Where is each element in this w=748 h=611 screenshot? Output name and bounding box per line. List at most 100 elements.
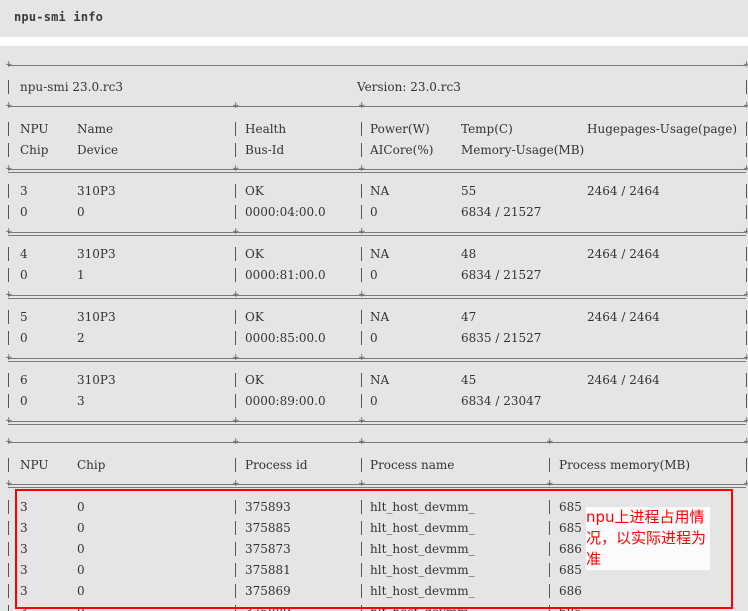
device-bus-id: 0000:89:00.0 (245, 394, 326, 408)
junction-mark: + (232, 416, 240, 426)
device-health: OK (245, 373, 264, 387)
process-memory: 685 (559, 500, 582, 514)
junction-mark: + (743, 437, 748, 447)
device-bus-id: 0000:81:00.0 (245, 268, 326, 282)
column-separator (235, 268, 236, 282)
device-aicore: 0 (370, 394, 378, 408)
process-memory: 686 (559, 542, 582, 556)
process-name: hlt_host_devmm_ (370, 584, 475, 598)
column-separator (235, 500, 236, 514)
device-power: NA (370, 310, 390, 324)
column-separator (8, 80, 9, 94)
junction-mark: + (358, 101, 366, 111)
junction-mark: + (743, 60, 748, 70)
device-power: NA (370, 247, 390, 261)
double-divider (8, 295, 746, 299)
junction-mark: + (232, 353, 240, 363)
device-health: OK (245, 184, 264, 198)
device-header-col: Chip (20, 143, 49, 157)
device-chip: 0 (20, 268, 28, 282)
device-memory: 6835 / 21527 (461, 331, 542, 345)
junction-mark: + (5, 164, 13, 174)
junction-mark: + (743, 164, 748, 174)
junction-mark: + (546, 479, 554, 489)
junction-mark: + (358, 437, 366, 447)
device-bus-id: 0000:85:00.0 (245, 331, 326, 345)
column-separator (8, 331, 9, 345)
junction-mark: + (358, 416, 366, 426)
column-separator (235, 584, 236, 598)
column-separator (549, 563, 550, 577)
device-header-col: AICore(%) (370, 143, 434, 157)
column-separator (235, 247, 236, 261)
column-separator (549, 605, 550, 611)
column-separator (8, 184, 9, 198)
process-chip: 0 (77, 542, 85, 556)
column-separator (8, 310, 9, 324)
junction-mark: + (358, 353, 366, 363)
column-separator (8, 247, 9, 261)
device-hugepages: 2464 / 2464 (587, 247, 660, 261)
column-separator (361, 310, 362, 324)
column-separator (235, 122, 236, 136)
column-separator (746, 247, 747, 261)
column-separator (361, 500, 362, 514)
process-header-col: Process id (245, 458, 308, 472)
column-separator (361, 542, 362, 556)
device-bus-id: 0000:04:00.0 (245, 205, 326, 219)
column-separator (746, 80, 747, 94)
column-separator (746, 268, 747, 282)
column-separator (8, 268, 9, 282)
device-power: NA (370, 184, 390, 198)
device-index: 2 (77, 331, 85, 345)
device-temp: 47 (461, 310, 477, 324)
column-separator (235, 458, 236, 472)
process-id: 375869 (245, 584, 291, 598)
column-separator (549, 584, 550, 598)
device-power: NA (370, 373, 390, 387)
column-separator (235, 373, 236, 387)
device-npu-id: 4 (20, 247, 28, 261)
junction-mark: + (232, 101, 240, 111)
device-index: 0 (77, 205, 85, 219)
device-aicore: 0 (370, 331, 378, 345)
column-separator (235, 310, 236, 324)
device-index: 1 (77, 268, 85, 282)
process-chip: 0 (77, 563, 85, 577)
column-separator (8, 563, 9, 577)
device-npu-id: 5 (20, 310, 28, 324)
separator-gap (0, 37, 748, 46)
process-npu: 3 (20, 521, 28, 535)
double-divider (8, 484, 746, 488)
column-separator (361, 331, 362, 345)
column-separator (8, 373, 9, 387)
process-header-col: NPU (20, 458, 49, 472)
device-health: OK (245, 247, 264, 261)
device-name: 310P3 (77, 373, 116, 387)
junction-mark: + (5, 101, 13, 111)
column-separator (746, 310, 747, 324)
junction-mark: + (743, 416, 748, 426)
junction-mark: + (5, 290, 13, 300)
device-aicore: 0 (370, 205, 378, 219)
process-id: 375889 (245, 605, 291, 611)
device-memory: 6834 / 23047 (461, 394, 542, 408)
column-separator (549, 521, 550, 535)
column-separator (746, 184, 747, 198)
column-separator (361, 122, 362, 136)
column-separator (361, 458, 362, 472)
divider (8, 106, 746, 107)
column-separator (361, 563, 362, 577)
column-separator (361, 584, 362, 598)
junction-mark: + (743, 101, 748, 111)
column-separator (235, 331, 236, 345)
driver-version: npu-smi 23.0.rc3 (20, 80, 124, 94)
junction-mark: + (5, 437, 13, 447)
column-separator (361, 394, 362, 408)
column-separator (8, 205, 9, 219)
column-separator (235, 542, 236, 556)
process-id: 375893 (245, 500, 291, 514)
column-separator (549, 500, 550, 514)
device-header-col: Health (245, 122, 287, 136)
process-npu: 3 (20, 500, 28, 514)
